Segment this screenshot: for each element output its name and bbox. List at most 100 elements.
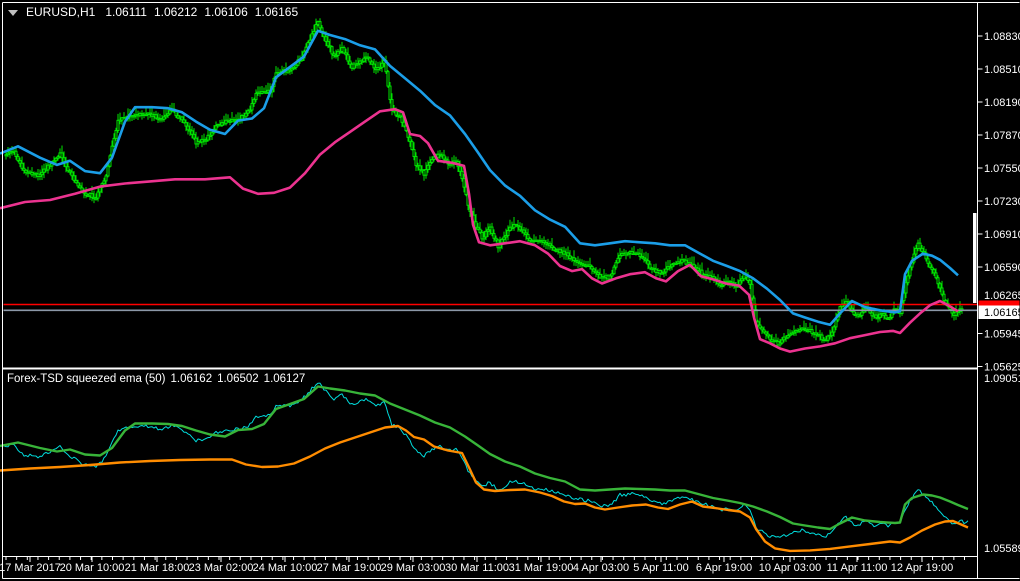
candle-body bbox=[244, 112, 248, 118]
time-axis-label: 29 Mar 03:00 bbox=[381, 562, 446, 574]
candle-body bbox=[914, 248, 918, 255]
candle-body bbox=[906, 275, 910, 284]
time-axis-label: 17 Mar 2017 bbox=[0, 562, 61, 574]
candle-body bbox=[410, 141, 414, 151]
chart-canvas[interactable]: 1.08830 1.08510 1.08190 1.07870 1.07550 1.072… bbox=[0, 0, 1020, 581]
candle-body bbox=[426, 164, 430, 171]
candle-body bbox=[20, 162, 24, 169]
candle-body bbox=[14, 150, 18, 157]
candle-body bbox=[612, 266, 616, 275]
candle-body bbox=[424, 169, 428, 176]
candle-body bbox=[372, 63, 376, 69]
candle-body bbox=[462, 178, 466, 188]
main-chart-area[interactable] bbox=[3, 3, 977, 367]
candle-body bbox=[458, 166, 462, 172]
candle-body bbox=[112, 137, 116, 147]
candle-body bbox=[388, 85, 392, 101]
price-axis-label: 1.08510 bbox=[984, 64, 1020, 76]
candle-body bbox=[460, 170, 464, 180]
candle-body bbox=[324, 36, 328, 42]
candle-body bbox=[116, 119, 120, 131]
candle-body bbox=[386, 71, 390, 87]
indicator-name: Forex-TSD squeezed ema (50) bbox=[7, 373, 166, 385]
time-axis-label: 30 Mar 11:00 bbox=[445, 562, 509, 574]
candle-body bbox=[834, 319, 838, 328]
chart-header: EURUSD,H1 1.06111 1.06212 1.06106 1.0616… bbox=[8, 6, 305, 19]
candle-body bbox=[442, 154, 446, 160]
candle-body bbox=[368, 57, 372, 63]
candle-body bbox=[314, 24, 318, 32]
candle-body bbox=[254, 92, 258, 101]
time-axis-label: 24 Mar 10:00 bbox=[253, 562, 318, 574]
ohlc-close: 1.06165 bbox=[254, 5, 299, 19]
time-axis-label: 12 Apr 19:00 bbox=[891, 562, 953, 574]
candle-body bbox=[190, 130, 194, 135]
candle-body bbox=[16, 155, 20, 162]
price-axis-label: 1.07550 bbox=[984, 163, 1020, 175]
chart-window: 1.08830 1.08510 1.08190 1.07870 1.07550 1.072… bbox=[0, 0, 1020, 581]
candle-body bbox=[408, 136, 412, 143]
candle-body bbox=[750, 283, 754, 299]
time-axis-label: 20 Mar 10:00 bbox=[60, 562, 125, 574]
candle-body bbox=[492, 233, 496, 239]
candle-body bbox=[330, 46, 334, 55]
candle-body bbox=[484, 230, 488, 238]
candle-body bbox=[860, 311, 864, 316]
candle-body bbox=[506, 230, 510, 237]
price-axis-label: 1.07230 bbox=[984, 196, 1020, 208]
candle-body bbox=[936, 277, 940, 285]
candle-body bbox=[526, 234, 530, 240]
candle-body bbox=[318, 21, 322, 29]
indicator-value-1: 1.06162 bbox=[170, 373, 213, 385]
candle-body bbox=[890, 312, 894, 318]
symbol-timeframe: EURUSD,H1 bbox=[26, 5, 96, 19]
candle-body bbox=[616, 257, 620, 264]
candle-body bbox=[154, 114, 158, 119]
price-axis-label: 1.06910 bbox=[984, 229, 1020, 241]
sub-axis-min-label: 1.05589 bbox=[984, 543, 1020, 555]
candle-body bbox=[418, 165, 422, 171]
candle-body bbox=[114, 129, 118, 139]
time-axis-label: 23 Mar 02:00 bbox=[189, 562, 254, 574]
candle-body bbox=[830, 331, 834, 337]
time-axis-label: 5 Apr 11:00 bbox=[633, 562, 688, 574]
candle-body bbox=[934, 272, 938, 279]
candle-body bbox=[940, 287, 944, 295]
indicator-value-3: 1.06127 bbox=[263, 373, 306, 385]
candle-body bbox=[90, 193, 94, 198]
candle-body bbox=[104, 175, 108, 182]
time-axis-label: 10 Apr 03:00 bbox=[759, 562, 821, 574]
candle-body bbox=[66, 166, 70, 172]
ohlc-low: 1.06106 bbox=[204, 5, 248, 19]
candle-body bbox=[748, 280, 752, 285]
candle-body bbox=[746, 276, 750, 282]
candle-body bbox=[904, 282, 908, 294]
candle-body bbox=[928, 262, 932, 268]
indicator-label: Forex-TSD squeezed ema (50) 1.06162 1.06… bbox=[7, 373, 310, 385]
candle-body bbox=[768, 335, 772, 341]
candle-body bbox=[938, 283, 942, 289]
candle-body bbox=[72, 175, 76, 181]
time-axis-label: 11 Apr 11:00 bbox=[827, 562, 888, 574]
candle-body bbox=[414, 155, 418, 167]
time-axis-label: 27 Mar 19:00 bbox=[317, 562, 382, 574]
price-axis-label: 1.08190 bbox=[984, 97, 1020, 109]
symbol-dropdown-icon[interactable] bbox=[8, 9, 18, 16]
candle-body bbox=[192, 133, 196, 139]
time-axis-label: 31 Mar 19:00 bbox=[509, 562, 574, 574]
candle-body bbox=[96, 191, 100, 199]
candle-body bbox=[70, 171, 74, 177]
time-axis-label: 4 Apr 03:00 bbox=[573, 562, 629, 574]
candle-body bbox=[412, 149, 416, 157]
candle-body bbox=[394, 110, 398, 116]
ohlc-open: 1.06111 bbox=[105, 5, 147, 19]
candle-body bbox=[474, 221, 478, 228]
candle-body bbox=[400, 116, 404, 123]
candle-body bbox=[252, 99, 256, 104]
candle-body bbox=[186, 125, 190, 131]
candle-body bbox=[648, 263, 652, 269]
candle-body bbox=[106, 165, 110, 177]
candle-body bbox=[926, 258, 930, 264]
ohlc-high: 1.06212 bbox=[153, 5, 198, 19]
candle-body bbox=[646, 260, 650, 265]
